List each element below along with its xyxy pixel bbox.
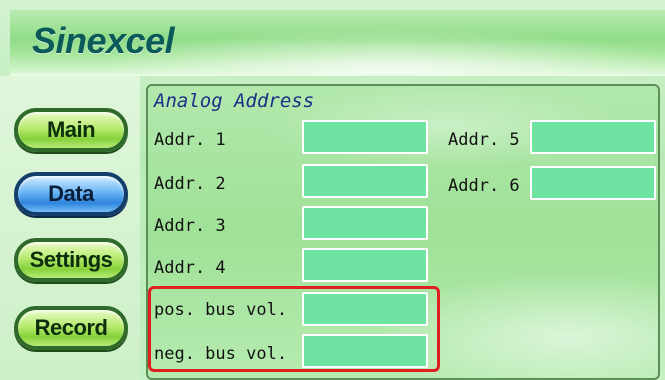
addr-5-field[interactable] [530, 120, 656, 154]
nav-record-button[interactable]: Record [14, 306, 128, 350]
addr-2-field[interactable] [302, 164, 428, 198]
addr-2-label: Addr. 2 [154, 174, 226, 194]
brand-logo: Sinexcel [32, 20, 175, 61]
bus-voltage-highlight-box [148, 286, 440, 372]
addr-3-label: Addr. 3 [154, 216, 226, 236]
header-banner: Sinexcel [10, 10, 665, 76]
nav-settings-button[interactable]: Settings [14, 238, 128, 282]
panel-title: Analog Address [154, 90, 315, 112]
addr-4-field[interactable] [302, 248, 428, 282]
addr-1-field[interactable] [302, 120, 428, 154]
addr-6-field[interactable] [530, 166, 656, 200]
nav-sidebar: Main Data Settings Record [0, 76, 140, 380]
hmi-screen: Sinexcel Main Data Settings Record Analo… [0, 0, 665, 380]
nav-data-button[interactable]: Data [14, 172, 128, 216]
nav-main-button[interactable]: Main [14, 108, 128, 152]
addr-3-field[interactable] [302, 206, 428, 240]
addr-5-label: Addr. 5 [448, 130, 520, 150]
addr-1-label: Addr. 1 [154, 130, 226, 150]
addr-4-label: Addr. 4 [154, 258, 226, 278]
addr-6-label: Addr. 6 [448, 176, 520, 196]
